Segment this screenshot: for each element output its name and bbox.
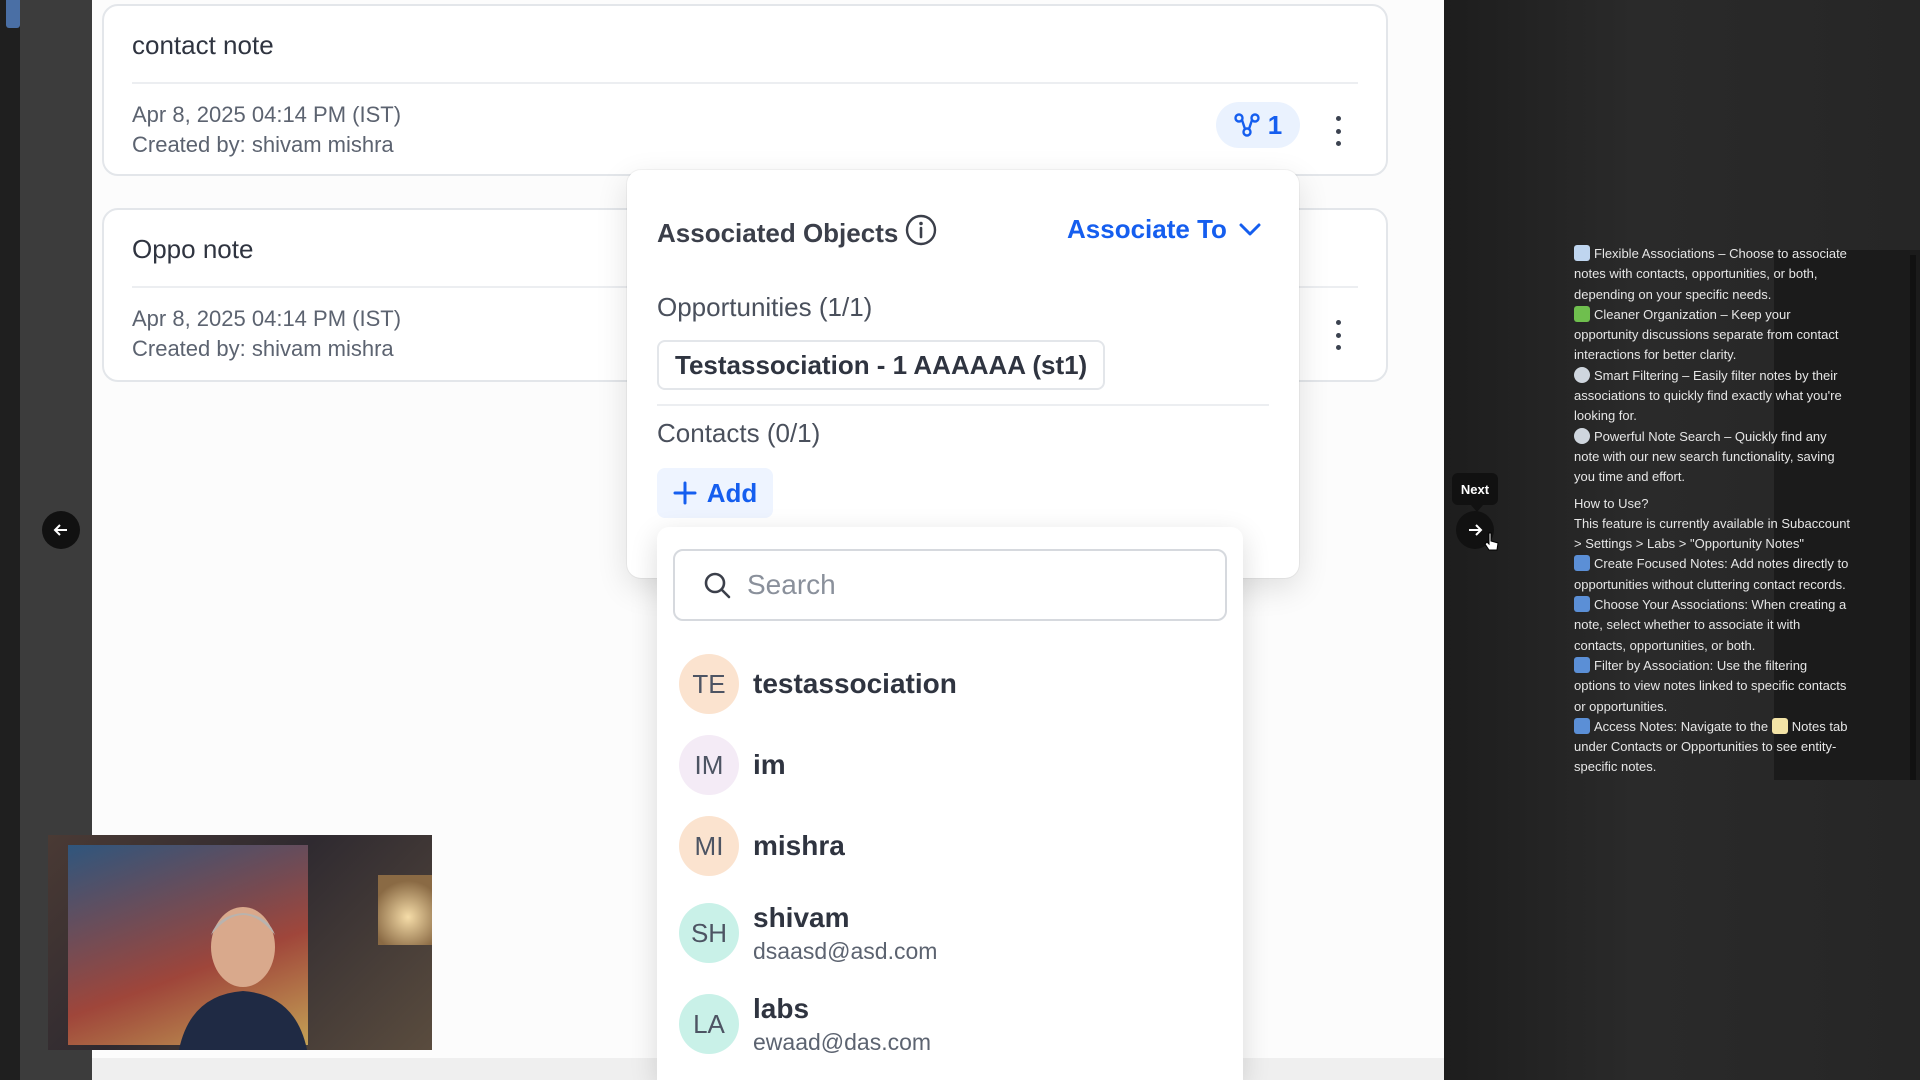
puzzle-emoji-icon [1574,305,1590,322]
contact-email: dsaasd@asd.com [753,937,938,964]
tip-line: depending on your specific needs. [1574,286,1772,302]
arrow-left-icon [53,524,67,536]
presenter-figure [179,907,307,1050]
tip-heading: How to Use? [1574,495,1649,511]
keycap-four-icon [1574,717,1590,734]
plus-icon [673,481,697,505]
contact-name: mishra [753,830,845,861]
association-count-button[interactable]: 1 [1216,102,1300,148]
tip-line: Flexible Associations – Choose to associ… [1594,246,1847,261]
more-options-icon[interactable] [1334,320,1342,350]
feature-tips-text: Flexible Associations – Choose to associ… [1574,244,1870,778]
background-lamp [378,875,432,945]
magnifier-emoji-icon [1574,366,1590,383]
pointer-cursor-icon [1484,532,1499,551]
contact-name: shivam [753,901,850,933]
info-icon[interactable] [905,214,937,246]
note-creator: Created by: shivam mishra [132,132,394,157]
tip-line: opportunity discussions separate from co… [1574,327,1839,343]
note-date: Apr 8, 2025 04:14 PM (IST) [132,306,402,331]
note-date: Apr 8, 2025 04:14 PM (IST) [132,102,402,127]
tip-line: Cleaner Organization – Keep your [1594,306,1791,322]
contact-option[interactable]: IM im [679,730,1243,800]
next-tooltip: Next [1452,473,1498,512]
contact-option[interactable]: SH shivam dsaasd@asd.com [679,898,1243,968]
contact-option[interactable]: LA labs ewaad@das.com [679,989,1243,1059]
tip-line: note, select whether to associate it wit… [1574,617,1801,633]
contact-option[interactable]: MI mishra [679,811,1243,881]
tip-line: notes with contacts, opportunities, or b… [1574,266,1818,282]
webcam-video [48,835,432,1050]
association-icon [1234,113,1260,137]
tip-line: Filter by Association: Use the filtering [1594,657,1808,673]
contacts-header: Contacts (0/1) [657,418,821,448]
avatar: LA [679,994,739,1054]
contact-option[interactable]: TE testassociation [679,649,1243,719]
popover-divider [657,404,1269,406]
avatar: TE [679,654,739,714]
contact-search-dropdown: TE testassociation IM im MI mishra SH sh… [657,527,1243,1080]
search-icon [704,572,731,599]
opportunities-header: Opportunities (1/1) [657,292,873,322]
associate-to-label: Associate To [1067,214,1227,244]
tip-line: Notes tab [1791,718,1848,734]
contact-name: im [753,749,786,780]
tip-line: This feature is currently available in S… [1574,515,1851,531]
tip-line: Choose Your Associations: When creating … [1594,597,1847,613]
tip-line: you time and effort. [1574,469,1686,485]
avatar: MI [679,816,739,876]
associate-to-dropdown[interactable]: Associate To [1067,214,1261,245]
more-options-icon[interactable] [1334,116,1342,146]
panel-scrollbar[interactable] [1910,255,1916,780]
keycap-two-icon [1574,596,1590,613]
tip-line: options to view notes linked to specific… [1574,678,1847,694]
tip-line: contacts, opportunities, or both. [1574,637,1756,653]
tip-line: > Settings > Labs > "Opportunity Notes" [1574,536,1805,552]
popover-title: Associated Objects [657,218,899,248]
add-contact-button[interactable]: Add [657,468,773,518]
tip-line: Smart Filtering – Easily filter notes by… [1594,367,1838,383]
chevron-down-icon [1239,223,1261,235]
left-edge [0,0,20,1080]
note-title: Oppo note [132,234,254,264]
tip-line: under Contacts or Opportunities to see e… [1574,739,1837,755]
tip-line: opportunities without cluttering contact… [1574,576,1846,592]
tip-line: interactions for better clarity. [1574,347,1737,363]
associated-objects-popover: Associated Objects Associate To Opportun… [627,170,1299,578]
tip-line: Powerful Note Search – Quickly find any [1594,428,1827,444]
tip-line: specific notes. [1574,759,1657,775]
memo-emoji-icon [1771,717,1788,734]
tip-line: Access Notes: Navigate to the [1594,718,1769,734]
previous-button[interactable] [42,511,80,549]
association-count: 1 [1267,109,1283,140]
avatar: IM [679,735,739,795]
note-divider [132,82,1358,84]
tip-line: or opportunities. [1574,698,1668,714]
contact-name: testassociation [753,668,957,699]
tip-line: Create Focused Notes: Add notes directly… [1594,556,1849,572]
tip-line: looking for. [1574,408,1637,424]
contact-name: labs [753,992,810,1024]
contact-email: ewaad@das.com [753,1028,932,1055]
keycap-one-icon [1574,555,1590,572]
note-creator: Created by: shivam mishra [132,336,394,361]
keycap-three-icon [1574,656,1590,673]
avatar: SH [679,903,739,963]
add-label: Add [706,477,758,508]
link-emoji-icon [1574,245,1590,261]
tip-line: note with our new search functionality, … [1574,448,1835,464]
magnifier-emoji-icon [1574,427,1590,444]
search-input[interactable] [745,568,1209,602]
search-box[interactable] [673,549,1227,621]
window-tab-marker [6,0,20,28]
tip-line: associations to quickly find exactly wha… [1574,388,1842,404]
opportunity-chip[interactable]: Testassociation - 1 AAAAAA (st1) [657,340,1106,390]
note-card-contact[interactable]: contact note Apr 8, 2025 04:14 PM (IST) … [102,4,1388,176]
arrow-right-icon [1469,524,1483,536]
note-title: contact note [132,30,274,60]
